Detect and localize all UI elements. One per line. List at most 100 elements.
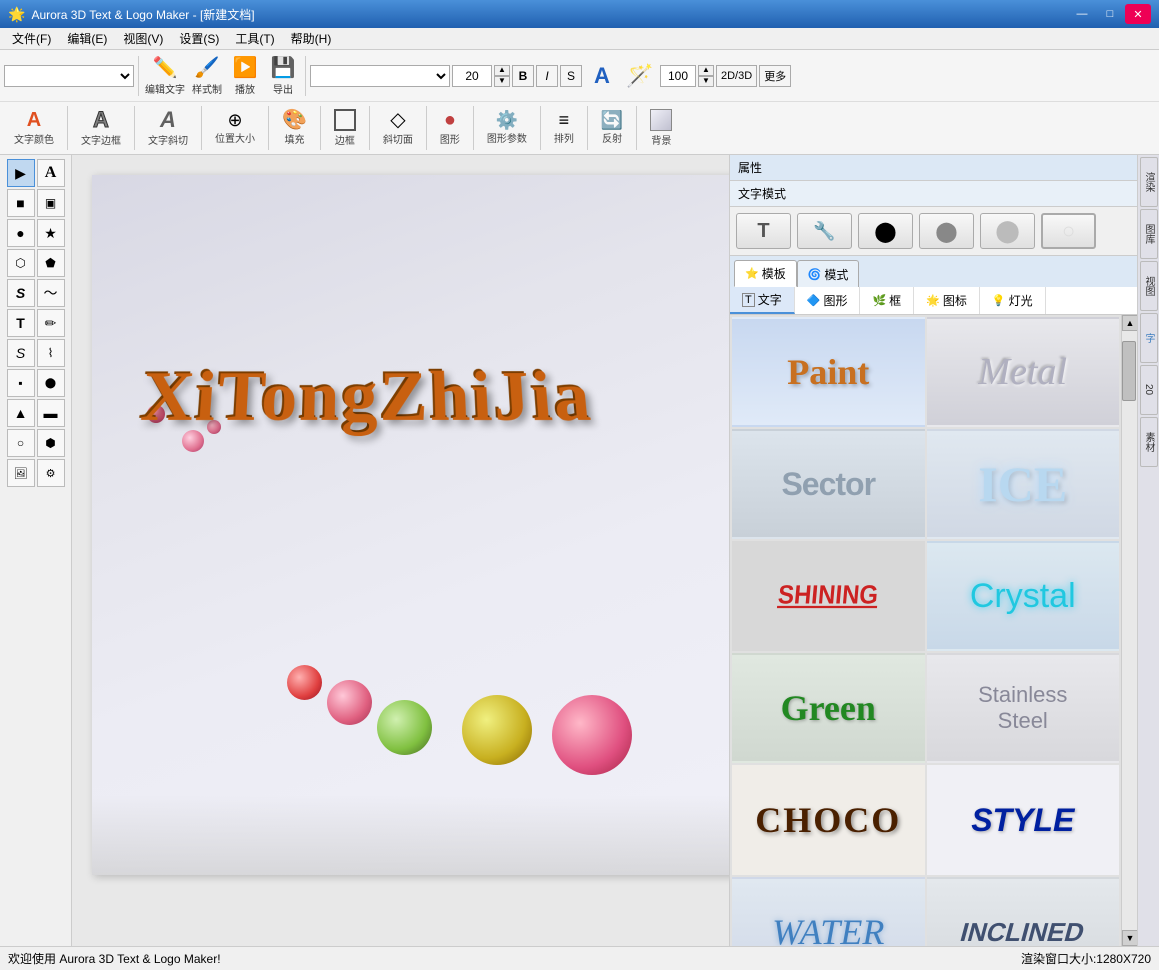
right-icon-3[interactable]: 视图	[1140, 261, 1158, 311]
strikethrough-button[interactable]: S	[560, 65, 582, 87]
right-icon-4[interactable]: 字	[1140, 313, 1158, 363]
text-tool[interactable]: A	[37, 159, 65, 187]
subtab-shape[interactable]: 🔷 图形	[795, 287, 861, 314]
minimize-button[interactable]: —	[1069, 4, 1095, 24]
wand-button[interactable]: 🪄	[622, 62, 658, 90]
font-size-down[interactable]: ▼	[494, 76, 510, 87]
tab-mode[interactable]: 🌀 模式	[797, 260, 860, 287]
close-button[interactable]: ✕	[1125, 4, 1151, 24]
hex-tool[interactable]: ⬡	[7, 249, 35, 277]
template-shining[interactable]: SHINING	[732, 541, 925, 651]
circle-tool[interactable]: ●	[7, 219, 35, 247]
size-100-input[interactable]	[660, 65, 696, 87]
scroll-up-button[interactable]: ▲	[1122, 315, 1137, 331]
window-title: Aurora 3D Text & Logo Maker - [新建文档]	[31, 6, 254, 23]
mode-btn-3[interactable]: ⬤	[858, 213, 913, 249]
edit-text-button[interactable]: ✏️ 编辑文字	[143, 54, 187, 98]
subtab-frame[interactable]: 🌿 框	[860, 287, 914, 314]
s2-tool[interactable]: S	[7, 339, 35, 367]
canvas[interactable]: XiTongZhiJia	[92, 175, 729, 875]
template-green[interactable]: Green	[732, 653, 925, 763]
position-size-button[interactable]: ⊕ 位置大小	[209, 109, 261, 147]
menu-file[interactable]: 文件(F)	[4, 28, 59, 49]
settings-tool[interactable]: ⚙	[37, 459, 65, 487]
rounded-rect-tool[interactable]: ▣	[37, 189, 65, 217]
curve-tool[interactable]: ⌇	[37, 339, 65, 367]
mode-btn-2[interactable]: 🔧	[797, 213, 852, 249]
wave-tool[interactable]: 〜	[37, 279, 65, 307]
mode-btn-6[interactable]: ○	[1041, 213, 1096, 249]
mode-btn-4[interactable]: ⬤	[919, 213, 974, 249]
rect-tool[interactable]: ■	[7, 189, 35, 217]
subtab-light[interactable]: 💡 灯光	[980, 287, 1046, 314]
oval-tool[interactable]: ⬤	[37, 369, 65, 397]
menu-settings[interactable]: 设置(S)	[171, 28, 227, 49]
style-button[interactable]: 🖌️ 样式制	[189, 54, 225, 98]
2d3d-button[interactable]: 2D/3D	[716, 65, 757, 87]
template-metal[interactable]: Metal	[927, 317, 1120, 427]
background-button[interactable]: 背景	[644, 107, 678, 149]
template-paint[interactable]: Paint	[732, 317, 925, 427]
italic-button[interactable]: I	[536, 65, 558, 87]
mode-btn-1[interactable]: T	[736, 213, 791, 249]
subtab-icon[interactable]: 🌟 图标	[914, 287, 980, 314]
hex2-tool[interactable]: ⬢	[37, 429, 65, 457]
line-tool[interactable]: ▬	[37, 399, 65, 427]
size-100-up[interactable]: ▲	[698, 65, 714, 76]
image-tool[interactable]: 🖼	[7, 459, 35, 487]
template-ice[interactable]: ICE	[927, 429, 1120, 539]
t-shape-tool[interactable]: T	[7, 309, 35, 337]
s-curve-tool[interactable]: S	[7, 279, 35, 307]
template-water[interactable]: WATER	[732, 877, 925, 946]
select-tool[interactable]: ▶	[7, 159, 35, 187]
arrange-button[interactable]: ≡ 排列	[548, 109, 580, 147]
template-crystal[interactable]: Crystal	[927, 541, 1120, 651]
pentagon-tool[interactable]: ⬟	[37, 249, 65, 277]
star-tool[interactable]: ★	[37, 219, 65, 247]
subtab-text[interactable]: T 文字	[730, 287, 795, 314]
bevel-button[interactable]: ◇ 斜切面	[377, 108, 419, 148]
reflect-button[interactable]: 🔄 反射	[595, 109, 629, 147]
menu-tools[interactable]: 工具(T)	[227, 28, 282, 49]
canvas-area[interactable]: XiTongZhiJia	[72, 155, 729, 946]
canvas-main-text[interactable]: XiTongZhiJia	[138, 356, 596, 438]
format-font-select[interactable]	[310, 65, 450, 87]
maximize-button[interactable]: □	[1097, 4, 1123, 24]
font-size-input[interactable]	[452, 65, 492, 87]
border-button[interactable]: 边框	[328, 107, 362, 149]
right-icon-1[interactable]: 渲染	[1140, 157, 1158, 207]
bold-button[interactable]: B	[512, 65, 534, 87]
fill-button[interactable]: 🎨 填充	[276, 108, 313, 148]
export-button[interactable]: 💾 导出	[265, 54, 301, 98]
text-border-button[interactable]: A 文字边框	[75, 107, 127, 149]
menu-view[interactable]: 视图(V)	[115, 28, 171, 49]
template-choco[interactable]: CHOCO	[732, 765, 925, 875]
right-icon-5[interactable]: 20	[1140, 365, 1158, 415]
template-sector[interactable]: Sector	[732, 429, 925, 539]
font-style-a-button[interactable]: A	[584, 62, 620, 90]
tab-template[interactable]: ⭐ 模板	[734, 260, 797, 287]
menu-edit[interactable]: 编辑(E)	[59, 28, 115, 49]
mode-btn-5[interactable]: ⬤	[980, 213, 1035, 249]
shape-button[interactable]: ● 图形	[434, 108, 466, 148]
menu-help[interactable]: 帮助(H)	[283, 28, 340, 49]
font-select[interactable]	[4, 65, 134, 87]
size-100-down[interactable]: ▼	[698, 76, 714, 87]
square-tool[interactable]: ▪	[7, 369, 35, 397]
scroll-thumb[interactable]	[1122, 341, 1136, 401]
shape-params-button[interactable]: ⚙️ 图形参数	[481, 109, 533, 147]
scroll-down-button[interactable]: ▼	[1122, 930, 1137, 946]
right-icon-6[interactable]: 素材	[1140, 417, 1158, 467]
play-button[interactable]: ▶️ 播放	[227, 54, 263, 98]
template-style[interactable]: STYLE	[927, 765, 1120, 875]
pencil-tool[interactable]: ✏	[37, 309, 65, 337]
ring-tool[interactable]: ○	[7, 429, 35, 457]
font-size-up[interactable]: ▲	[494, 65, 510, 76]
right-icon-2[interactable]: 图库	[1140, 209, 1158, 259]
text-color-button[interactable]: A 文字颜色	[8, 108, 60, 148]
template-stainless[interactable]: StainlessSteel	[927, 653, 1120, 763]
text-skew-button[interactable]: A 文字斜切	[142, 107, 194, 149]
more-button[interactable]: 更多	[759, 65, 791, 87]
triangle-tool[interactable]: ▲	[7, 399, 35, 427]
template-inclined[interactable]: INCLINED	[927, 877, 1120, 946]
